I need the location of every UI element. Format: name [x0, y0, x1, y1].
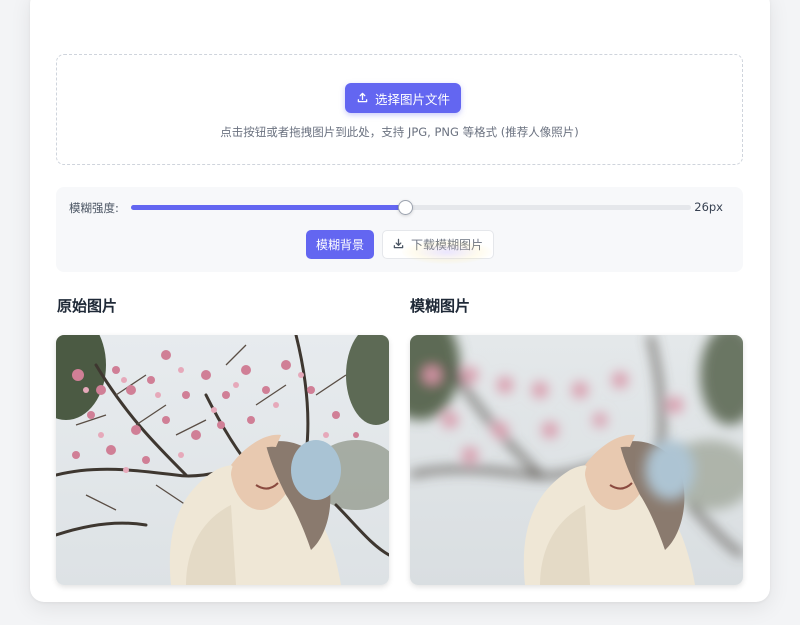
- blur-strength-value: 26px: [694, 200, 723, 214]
- decorative-glow: [402, 240, 492, 264]
- original-image-title: 原始图片: [57, 297, 118, 315]
- blurred-image-title: 模糊图片: [410, 297, 471, 315]
- slider-fill: [131, 205, 406, 210]
- upload-icon: [357, 91, 368, 106]
- blur-controls-panel: 模糊强度: 26px 模糊背景 下载模糊图片: [56, 187, 743, 272]
- slider-thumb[interactable]: [398, 200, 414, 215]
- blur-strength-slider[interactable]: [131, 200, 691, 215]
- original-image: [56, 335, 389, 585]
- select-image-label: 选择图片文件: [375, 91, 451, 107]
- select-image-button[interactable]: 选择图片文件: [345, 83, 462, 113]
- blurred-image: [410, 335, 743, 585]
- blur-background-button[interactable]: 模糊背景: [306, 230, 375, 259]
- upload-hint: 点击按钮或者拖拽图片到此处，支持 JPG, PNG 等格式 (推荐人像照片): [220, 125, 579, 139]
- blur-strength-label: 模糊强度:: [69, 201, 119, 215]
- upload-dropzone[interactable]: 选择图片文件 点击按钮或者拖拽图片到此处，支持 JPG, PNG 等格式 (推荐…: [56, 54, 743, 165]
